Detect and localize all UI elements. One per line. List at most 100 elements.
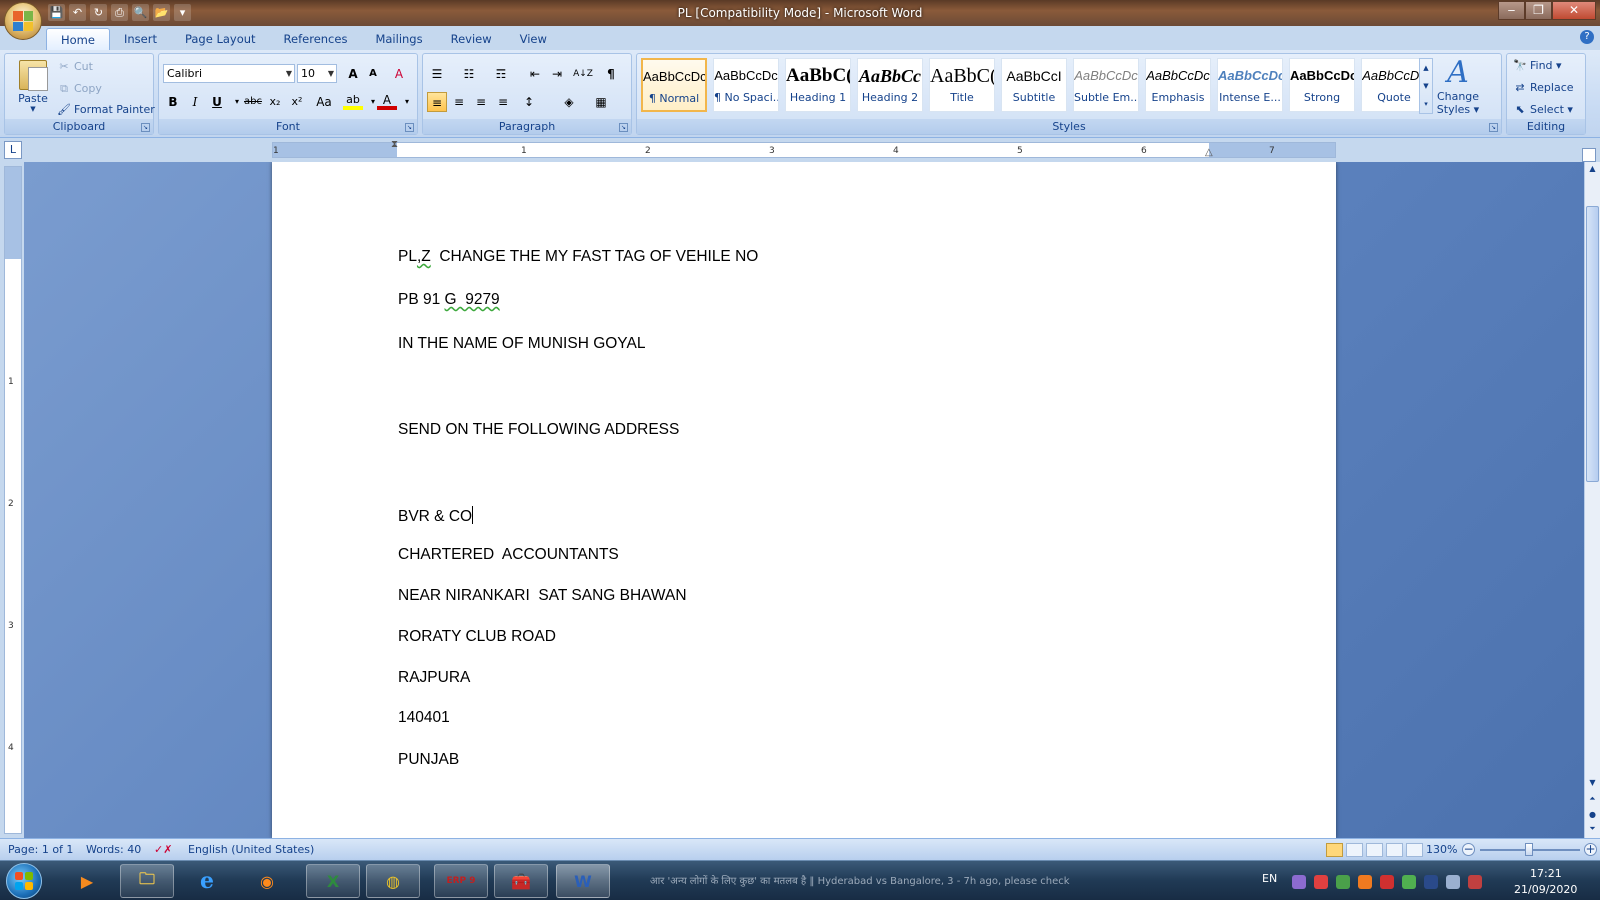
- cut-button[interactable]: ✂ Cut: [57, 57, 93, 77]
- network-icon[interactable]: [1446, 875, 1460, 889]
- clipboard-launcher-icon[interactable]: ↘: [141, 123, 150, 132]
- tab-mailings[interactable]: Mailings: [361, 28, 436, 50]
- bold-button[interactable]: B: [163, 92, 183, 112]
- print-layout-view-button[interactable]: [1326, 843, 1343, 857]
- font-color-dropdown-icon[interactable]: ▾: [397, 92, 417, 112]
- style-quote[interactable]: AaBbCcDc Quote: [1361, 58, 1427, 112]
- superscript-button[interactable]: x²: [287, 92, 307, 112]
- save-icon[interactable]: 💾: [48, 4, 65, 21]
- view-ruler-button[interactable]: [1582, 148, 1596, 162]
- style-normal[interactable]: AaBbCcDc ¶ Normal: [641, 58, 707, 112]
- zoom-slider-handle[interactable]: [1525, 843, 1533, 856]
- input-language[interactable]: EN: [1262, 872, 1277, 885]
- show-formatting-marks-button[interactable]: ¶: [601, 64, 621, 84]
- vertical-scrollbar[interactable]: ▲ ▼ ⏶ ● ⏷: [1584, 162, 1600, 838]
- borders-button[interactable]: ▦: [591, 92, 611, 112]
- align-left-button[interactable]: ≡: [427, 92, 447, 112]
- style-strong[interactable]: AaBbCcDc Strong: [1289, 58, 1355, 112]
- select-button[interactable]: ⬉ Select ▾: [1513, 100, 1573, 120]
- change-case-button[interactable]: Aa: [311, 92, 337, 112]
- minimize-button[interactable]: ‒: [1498, 1, 1525, 20]
- doc-line-vehicle[interactable]: PB 91 G 9279: [398, 291, 500, 309]
- style-intense-emphasis[interactable]: AaBbCcDc Intense E...: [1217, 58, 1283, 112]
- decrease-indent-button[interactable]: ⇤: [525, 64, 545, 84]
- full-screen-view-button[interactable]: [1346, 843, 1363, 857]
- tray-app-icon[interactable]: [1402, 875, 1416, 889]
- bullets-button[interactable]: ☰: [427, 64, 447, 84]
- chevron-down-icon[interactable]: ▼: [1420, 77, 1432, 95]
- clock-time[interactable]: 17:21: [1530, 867, 1562, 880]
- grow-font-button[interactable]: A: [343, 64, 363, 84]
- style-subtle-emphasis[interactable]: AaBbCcDc Subtle Em...: [1073, 58, 1139, 112]
- doc-line-pin[interactable]: 140401: [398, 709, 450, 727]
- word-count[interactable]: Words: 40: [86, 843, 141, 856]
- shading-button[interactable]: ◈: [559, 92, 579, 112]
- paste-dropdown-icon[interactable]: ▼: [11, 105, 55, 113]
- doc-line-chartered[interactable]: CHARTERED ACCOUNTANTS: [398, 546, 619, 564]
- style-heading-1[interactable]: AaBbC( Heading 1: [785, 58, 851, 112]
- paragraph-launcher-icon[interactable]: ↘: [619, 123, 628, 132]
- doc-line-state[interactable]: PUNJAB: [398, 751, 459, 769]
- web-layout-view-button[interactable]: [1366, 843, 1383, 857]
- scroll-thumb[interactable]: [1586, 206, 1599, 482]
- replace-button[interactable]: ⇄ Replace: [1513, 78, 1573, 98]
- restore-button[interactable]: ❐: [1525, 1, 1552, 20]
- doc-line-request[interactable]: PL,Z CHANGE THE MY FAST TAG OF VEHILE NO: [398, 248, 758, 266]
- undo-icon[interactable]: ↶: [69, 4, 86, 21]
- gallery-more-icon[interactable]: ▾: [1420, 95, 1432, 113]
- subscript-button[interactable]: x₂: [265, 92, 285, 112]
- strikethrough-button[interactable]: abc: [243, 92, 263, 112]
- tab-view[interactable]: View: [506, 28, 561, 50]
- increase-indent-button[interactable]: ⇥: [547, 64, 567, 84]
- styles-gallery-scroll[interactable]: ▲ ▼ ▾: [1419, 58, 1433, 114]
- center-button[interactable]: ≡: [449, 92, 469, 112]
- doc-line-near[interactable]: NEAR NIRANKARI SAT SANG BHAWAN: [398, 587, 687, 605]
- tray-app-icon[interactable]: [1358, 875, 1372, 889]
- start-button[interactable]: [6, 863, 42, 899]
- zoom-in-button[interactable]: +: [1584, 843, 1597, 856]
- style-title[interactable]: AaBbC( Title: [929, 58, 995, 112]
- tray-app-icon[interactable]: [1292, 875, 1306, 889]
- print-icon[interactable]: ⎙: [111, 4, 128, 21]
- scroll-up-icon[interactable]: ▲: [1585, 162, 1600, 176]
- style-emphasis[interactable]: AaBbCcDc Emphasis: [1145, 58, 1211, 112]
- draft-view-button[interactable]: [1406, 843, 1423, 857]
- clock-date[interactable]: 21/09/2020: [1514, 883, 1577, 896]
- tray-app-icon[interactable]: [1380, 875, 1394, 889]
- doc-line-company[interactable]: BVR & CO: [398, 506, 474, 526]
- tray-app-icon[interactable]: [1336, 875, 1350, 889]
- doc-line-city[interactable]: RAJPURA: [398, 669, 470, 687]
- firefox-icon[interactable]: ◉: [240, 864, 294, 898]
- indent-marker-icon[interactable]: ⧗: [391, 139, 398, 150]
- tab-selector[interactable]: L: [4, 141, 22, 159]
- toolbox-icon[interactable]: 🧰: [494, 864, 548, 898]
- paste-button[interactable]: Paste ▼: [11, 58, 55, 118]
- language-indicator[interactable]: English (United States): [188, 843, 314, 856]
- style-heading-2[interactable]: AaBbCc Heading 2: [857, 58, 923, 112]
- zoom-out-button[interactable]: −: [1462, 843, 1475, 856]
- italic-button[interactable]: I: [185, 92, 205, 112]
- doc-line-send[interactable]: SEND ON THE FOLLOWING ADDRESS: [398, 421, 679, 439]
- close-button[interactable]: ✕: [1552, 1, 1596, 20]
- open-folder-icon[interactable]: 📂: [153, 4, 170, 21]
- zoom-level[interactable]: 130%: [1426, 843, 1457, 856]
- line-spacing-button[interactable]: ↕: [519, 92, 539, 112]
- page-count[interactable]: Page: 1 of 1: [8, 843, 73, 856]
- horizontal-ruler[interactable]: 1 1 2 3 4 5 6 7 ⧗ △: [272, 139, 1336, 158]
- styles-launcher-icon[interactable]: ↘: [1489, 123, 1498, 132]
- format-painter-button[interactable]: 🖌 Format Painter: [57, 100, 155, 120]
- chevron-up-icon[interactable]: ▲: [1420, 59, 1432, 77]
- right-indent-marker-icon[interactable]: △: [1205, 147, 1213, 158]
- find-button[interactable]: 🔭 Find ▾: [1513, 56, 1561, 76]
- align-right-button[interactable]: ≡: [471, 92, 491, 112]
- internet-explorer-icon[interactable]: e: [180, 864, 234, 898]
- copy-button[interactable]: ⧉ Copy: [57, 79, 102, 99]
- vertical-ruler[interactable]: 1 2 3 4: [4, 166, 22, 834]
- tab-home[interactable]: Home: [46, 28, 110, 50]
- justify-button[interactable]: ≡: [493, 92, 513, 112]
- font-launcher-icon[interactable]: ↘: [405, 123, 414, 132]
- tray-app-icon[interactable]: [1314, 875, 1328, 889]
- tally-erp-icon[interactable]: ERP 9: [434, 864, 488, 898]
- browse-object-icon[interactable]: ●: [1585, 808, 1600, 822]
- change-styles-button[interactable]: A Change Styles ▾: [1435, 56, 1481, 117]
